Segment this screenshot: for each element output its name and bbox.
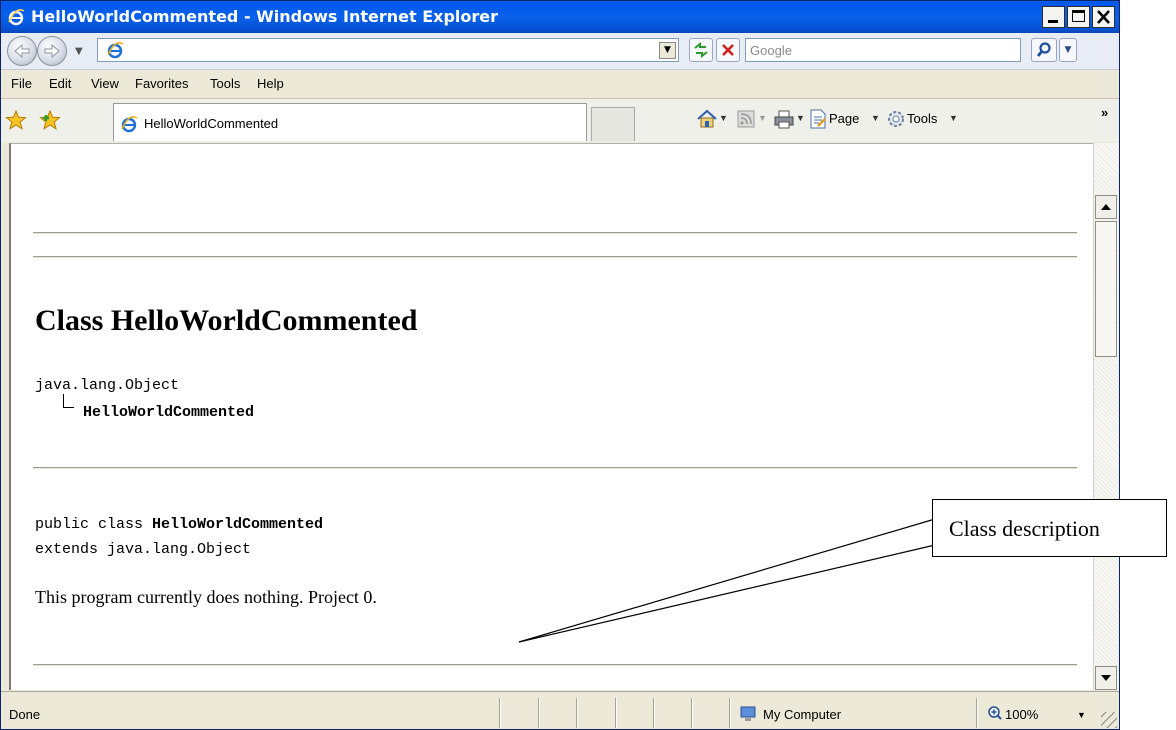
menu-file[interactable]: File <box>11 76 32 91</box>
menu-bar: File Edit View Favorites Tools Help <box>1 70 1119 99</box>
hierarchy-child: HelloWorldCommented <box>83 404 255 421</box>
forward-button[interactable] <box>37 36 67 66</box>
back-button[interactable] <box>7 36 37 66</box>
home-icon[interactable] <box>696 109 718 129</box>
status-separator <box>976 698 977 728</box>
print-icon[interactable] <box>773 109 795 129</box>
divider <box>33 664 1077 666</box>
search-input[interactable] <box>750 40 1010 60</box>
refresh-button[interactable] <box>689 38 713 62</box>
close-button[interactable] <box>1092 6 1115 28</box>
toolbar-overflow-icon[interactable]: » <box>1101 105 1108 120</box>
back-arrow-icon <box>14 44 30 58</box>
status-separator <box>653 698 654 728</box>
favorites-star-icon[interactable] <box>5 110 27 130</box>
status-text: Done <box>9 707 41 722</box>
status-separator <box>576 698 577 728</box>
security-zone-label: My Computer <box>763 707 842 722</box>
address-input[interactable] <box>130 40 650 60</box>
internet-explorer-icon <box>107 42 124 59</box>
maximize-icon <box>1072 10 1085 22</box>
browser-window: HelloWorldCommented - Windows Internet E… <box>0 0 1120 730</box>
status-separator <box>499 698 500 728</box>
hierarchy-connector-icon <box>63 394 74 408</box>
forward-arrow-icon <box>44 44 60 58</box>
address-field[interactable]: ▼ <box>97 38 679 62</box>
status-separator <box>729 698 730 728</box>
scroll-thumb[interactable] <box>1095 221 1117 357</box>
close-icon <box>1097 10 1110 24</box>
vertical-scrollbar[interactable] <box>1093 143 1119 690</box>
zoom-icon[interactable] <box>987 705 1003 721</box>
search-icon <box>1036 42 1051 57</box>
divider <box>33 467 1077 469</box>
annotation-callout: Class description <box>932 499 1167 557</box>
search-button[interactable] <box>1031 38 1057 62</box>
class-description: This program currently does nothing. Pro… <box>35 587 377 607</box>
stop-button[interactable] <box>716 38 740 62</box>
arrow-up-icon <box>1101 204 1111 210</box>
search-options-dropdown-icon[interactable]: ▼ <box>1059 38 1077 62</box>
status-bar: Done My Computer 100% ▼ <box>1 691 1119 729</box>
arrow-down-icon <box>1101 675 1111 681</box>
zoom-level[interactable]: 100% <box>1005 707 1038 722</box>
minimize-button[interactable] <box>1042 6 1065 28</box>
scroll-up-button[interactable] <box>1095 195 1117 219</box>
class-title: Class HelloWorldCommented <box>35 304 418 337</box>
declaration-class-name: HelloWorldCommented <box>152 516 324 533</box>
page-content: Class HelloWorldCommented java.lang.Obje… <box>9 143 1093 690</box>
menu-view[interactable]: View <box>91 76 119 91</box>
search-field[interactable] <box>745 38 1021 62</box>
internet-explorer-icon <box>8 9 25 26</box>
add-favorites-icon[interactable] <box>39 110 63 130</box>
class-extends: extends java.lang.Object <box>35 541 252 558</box>
home-dropdown-icon[interactable]: ▼ <box>719 113 728 133</box>
recent-pages-dropdown-icon[interactable]: ▼ <box>75 46 83 57</box>
menu-help[interactable]: Help <box>257 76 284 91</box>
title-bar[interactable]: HelloWorldCommented - Windows Internet E… <box>1 1 1119 33</box>
scroll-down-button[interactable] <box>1095 666 1117 690</box>
page-menu-label[interactable]: Page <box>829 111 859 126</box>
status-separator <box>691 698 692 728</box>
resize-grip-icon[interactable] <box>1101 712 1117 728</box>
new-tab-button[interactable] <box>591 107 635 141</box>
feeds-icon[interactable] <box>736 109 756 129</box>
refresh-icon <box>694 41 708 59</box>
page-dropdown-icon[interactable]: ▼ <box>871 113 880 133</box>
my-computer-zone-icon <box>740 706 756 721</box>
tools-gear-icon[interactable] <box>886 109 906 129</box>
tab-hello-world-commented[interactable]: HelloWorldCommented <box>113 103 587 141</box>
tools-dropdown-icon[interactable]: ▼ <box>949 113 958 133</box>
class-declaration: public class HelloWorldCommented <box>35 516 323 533</box>
declaration-prefix: public class <box>35 516 153 533</box>
favorites-command-bar: HelloWorldCommented ▼ ▼ ▼ Page ▼ Tools ▼… <box>1 99 1119 142</box>
feeds-dropdown-icon[interactable]: ▼ <box>758 113 767 133</box>
tab-label: HelloWorldCommented <box>144 116 279 131</box>
maximize-button[interactable] <box>1067 6 1090 28</box>
minimize-icon <box>1048 20 1058 23</box>
print-dropdown-icon[interactable]: ▼ <box>796 113 805 133</box>
tools-menu-label[interactable]: Tools <box>907 111 937 126</box>
internet-explorer-icon <box>121 116 138 133</box>
window-title: HelloWorldCommented - Windows Internet E… <box>31 7 499 26</box>
page-icon[interactable] <box>809 109 827 129</box>
menu-favorites[interactable]: Favorites <box>135 76 188 91</box>
divider <box>33 256 1077 258</box>
divider <box>33 232 1077 234</box>
menu-edit[interactable]: Edit <box>49 76 71 91</box>
menu-tools[interactable]: Tools <box>210 76 240 91</box>
annotation-label: Class description <box>949 516 1100 541</box>
zoom-dropdown-icon[interactable]: ▼ <box>1077 710 1086 720</box>
stop-icon <box>722 44 734 56</box>
status-separator <box>615 698 616 728</box>
address-toolbar: ▼ ▼ Google ▼ <box>1 33 1119 70</box>
address-dropdown-icon[interactable]: ▼ <box>659 42 676 59</box>
status-separator <box>538 698 539 728</box>
hierarchy-parent: java.lang.Object <box>35 377 180 394</box>
